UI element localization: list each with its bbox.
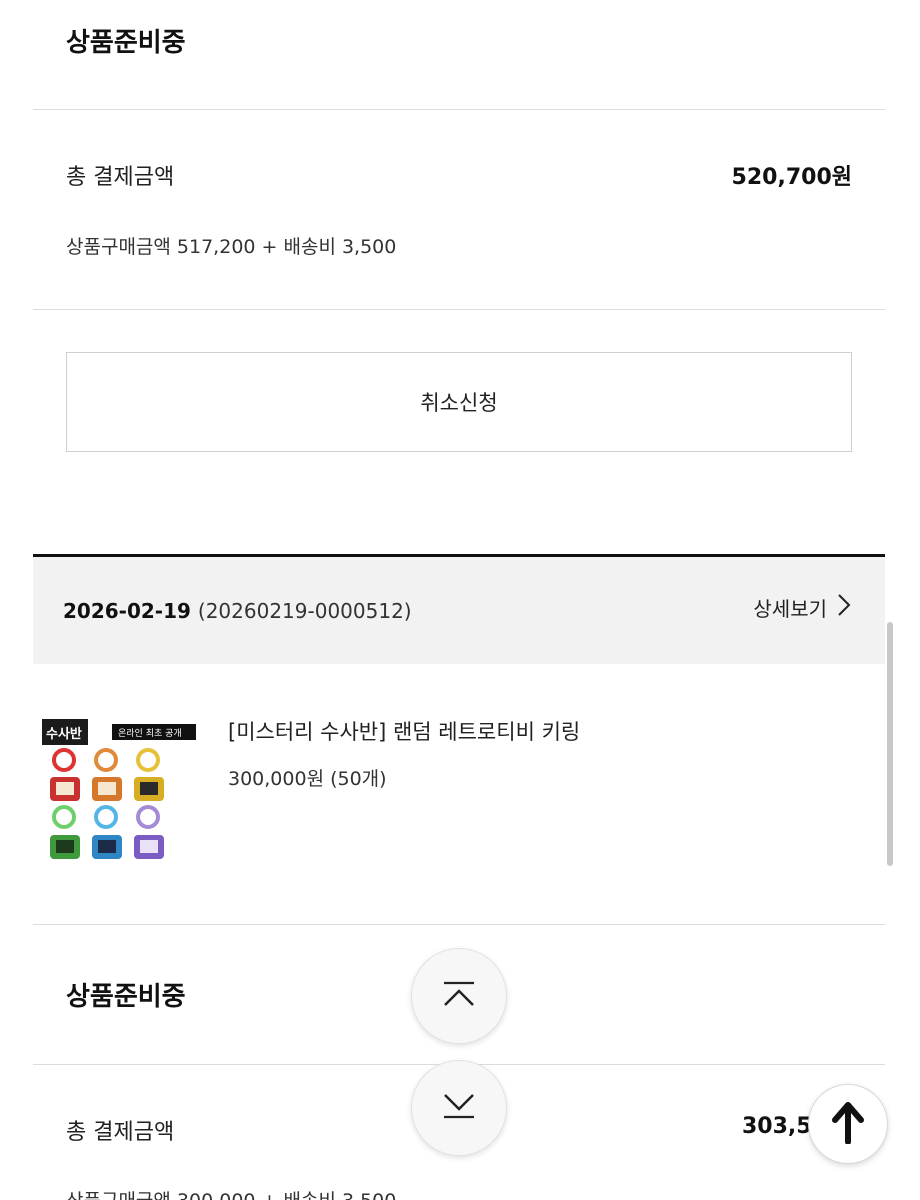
thumbnail-logo: 수사반 <box>46 726 82 742</box>
view-details-link[interactable]: 상세보기 <box>753 593 851 622</box>
payment-breakdown: 상품구매금액 517,200 + 배송비 3,500 <box>66 236 397 258</box>
arrow-up-icon <box>831 1100 865 1148</box>
order-number: (20260219-0000512) <box>197 599 412 623</box>
product-thumbnail[interactable]: 수사반 온라인 최초 공개 <box>40 715 200 870</box>
chevron-right-icon <box>837 593 851 622</box>
product-name[interactable]: [미스터리 수사반] 랜덤 레트로티비 키링 <box>228 716 580 746</box>
order-status: 상품준비중 <box>66 982 186 1012</box>
scroll-to-top-button[interactable] <box>411 948 507 1044</box>
divider <box>33 924 885 925</box>
total-payment-label: 총 결제금액 <box>66 1120 175 1145</box>
order-status: 상품준비중 <box>66 28 186 58</box>
order-header: 2026-02-19 (20260219-0000512) 상세보기 <box>33 554 885 664</box>
scrollbar[interactable] <box>887 622 893 866</box>
chevron-down-bar-icon <box>441 1091 477 1125</box>
divider <box>33 309 885 310</box>
order-date-line: 2026-02-19 (20260219-0000512) <box>63 599 412 623</box>
total-payment-label: 총 결제금액 <box>66 165 175 190</box>
payment-breakdown: 상품구매금액 300,000 + 배송비 3,500 <box>66 1186 396 1200</box>
thumbnail-badge: 온라인 최초 공개 <box>118 728 182 739</box>
order-date: 2026-02-19 <box>63 599 191 623</box>
cancel-request-button[interactable]: 취소신청 <box>66 352 852 452</box>
divider <box>33 109 885 110</box>
view-details-label: 상세보기 <box>753 597 827 621</box>
chevron-up-bar-icon <box>441 979 477 1013</box>
total-payment-value: 520,700원 <box>731 165 852 190</box>
product-price: 300,000원 (50개) <box>228 768 387 790</box>
payment-breakdown-clipped: 상품구매금액 300,000 + 배송비 3,500 <box>0 1186 920 1200</box>
scroll-to-bottom-button[interactable] <box>411 1060 507 1156</box>
back-to-top-button[interactable] <box>808 1084 888 1164</box>
